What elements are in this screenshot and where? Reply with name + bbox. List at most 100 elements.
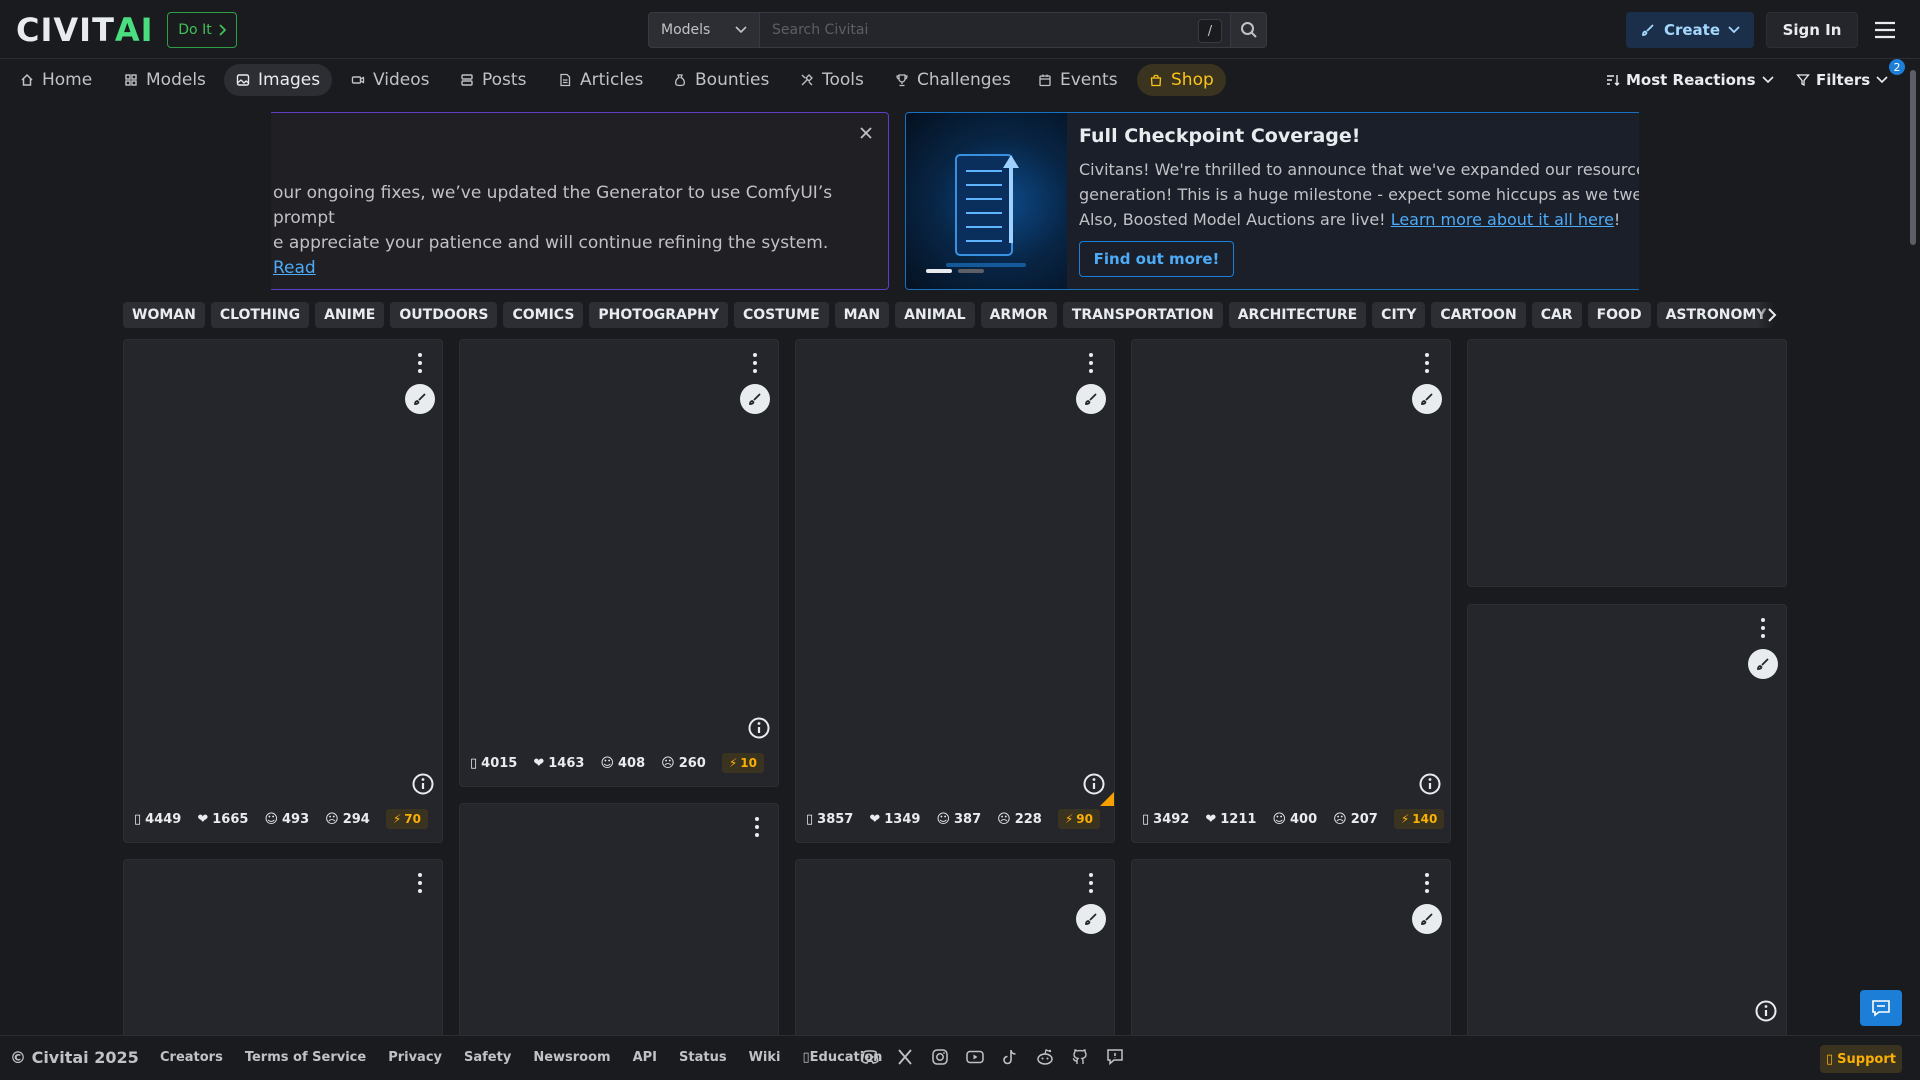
- more-options-icon[interactable]: [1423, 352, 1431, 374]
- cry-count[interactable]: ☹ 207: [1333, 812, 1378, 827]
- sort-dropdown[interactable]: Most Reactions: [1606, 64, 1774, 96]
- tag-chip[interactable]: ANIME: [315, 302, 385, 328]
- x-twitter-icon[interactable]: [895, 1047, 915, 1067]
- search-input[interactable]: Search Civitai /: [759, 12, 1231, 48]
- like-count[interactable]: ❤ 1665: [197, 812, 248, 827]
- more-options-icon[interactable]: [1423, 872, 1431, 894]
- nav-events[interactable]: Events: [1026, 64, 1130, 96]
- tag-chip[interactable]: COMICS: [503, 302, 584, 328]
- nav-tools[interactable]: Tools: [788, 64, 876, 96]
- buzz-tip-badge[interactable]: ⚡ 140: [1393, 809, 1445, 829]
- footer-link-safety[interactable]: Safety: [464, 1050, 511, 1065]
- nav-articles[interactable]: Articles: [546, 64, 655, 96]
- carousel-indicator[interactable]: [926, 269, 984, 273]
- feedback-icon[interactable]: [1105, 1047, 1125, 1067]
- more-options-icon[interactable]: [1759, 617, 1767, 639]
- laugh-count[interactable]: ☺ 408: [600, 756, 645, 771]
- laugh-count[interactable]: ☺ 493: [264, 812, 309, 827]
- image-card[interactable]: [123, 859, 443, 1059]
- footer-link-creators[interactable]: Creators: [160, 1050, 223, 1065]
- nav-challenges[interactable]: Challenges: [883, 64, 1023, 96]
- comment-count[interactable]: ▯ 3492: [1142, 812, 1189, 827]
- tag-chip[interactable]: COSTUME: [733, 302, 829, 328]
- footer-link-api[interactable]: API: [633, 1050, 657, 1065]
- comment-count[interactable]: ▯ 4449: [134, 812, 181, 827]
- create-button[interactable]: Create: [1626, 12, 1754, 48]
- reddit-icon[interactable]: [1035, 1047, 1055, 1067]
- tag-chip[interactable]: TRANSPORTATION: [1062, 302, 1223, 328]
- nav-videos[interactable]: Videos: [339, 64, 442, 96]
- remix-button[interactable]: [1076, 384, 1106, 414]
- remix-button[interactable]: [1748, 649, 1778, 679]
- page-scrollbar-thumb[interactable]: [1910, 70, 1916, 245]
- tag-chip[interactable]: ARCHITECTURE: [1228, 302, 1367, 328]
- buzz-tip-badge[interactable]: ⚡ 90: [1057, 809, 1100, 829]
- remix-button[interactable]: [1412, 904, 1442, 934]
- discord-icon[interactable]: [860, 1047, 880, 1067]
- remix-button[interactable]: [1412, 384, 1442, 414]
- remix-button[interactable]: [405, 384, 435, 414]
- learn-more-link[interactable]: Learn more about it all here: [1391, 210, 1614, 229]
- buzz-tip-badge[interactable]: ⚡ 10: [721, 753, 764, 773]
- tag-chip[interactable]: MAN: [834, 302, 890, 328]
- image-card[interactable]: ▯ 4449 ❤ 1665 ☺ 493 ☹ 294 ⚡ 70: [123, 339, 443, 843]
- comment-count[interactable]: ▯ 4015: [470, 756, 517, 771]
- tag-chip[interactable]: ARMOR: [980, 302, 1057, 328]
- tiktok-icon[interactable]: [1000, 1047, 1020, 1067]
- image-card[interactable]: [1467, 339, 1787, 587]
- search-button[interactable]: [1231, 12, 1267, 48]
- support-button[interactable]: ▯ Support: [1820, 1045, 1902, 1073]
- github-icon[interactable]: [1070, 1047, 1090, 1067]
- tag-chip[interactable]: PHOTOGRAPHY: [589, 302, 728, 328]
- tag-chip[interactable]: CAR: [1531, 302, 1582, 328]
- tag-chip[interactable]: CITY: [1372, 302, 1426, 328]
- nav-models[interactable]: Models: [112, 64, 218, 96]
- image-card[interactable]: ▯ 3857 ❤ 1349 ☺ 387 ☹ 228 ⚡ 90: [795, 339, 1115, 843]
- laugh-count[interactable]: ☺ 387: [936, 812, 981, 827]
- info-icon[interactable]: [411, 772, 435, 796]
- info-icon[interactable]: [747, 716, 771, 740]
- image-card[interactable]: [1467, 604, 1787, 1059]
- remix-button[interactable]: [1076, 904, 1106, 934]
- remix-button[interactable]: [740, 384, 770, 414]
- tags-scroll-right[interactable]: [1757, 302, 1787, 328]
- cry-count[interactable]: ☹ 294: [325, 812, 370, 827]
- more-options-icon[interactable]: [1087, 872, 1095, 894]
- laugh-count[interactable]: ☺ 400: [1272, 812, 1317, 827]
- buzz-tip-badge[interactable]: ⚡ 70: [385, 809, 428, 829]
- more-options-icon[interactable]: [751, 352, 759, 374]
- nav-images[interactable]: Images: [224, 64, 333, 96]
- image-card[interactable]: [1131, 859, 1451, 1059]
- image-card[interactable]: [459, 803, 779, 1059]
- more-options-icon[interactable]: [753, 816, 761, 838]
- sign-in-button[interactable]: Sign In: [1766, 12, 1858, 48]
- nav-shop[interactable]: Shop: [1137, 64, 1226, 96]
- tag-chip[interactable]: OUTDOORS: [390, 302, 498, 328]
- nav-posts[interactable]: Posts: [448, 64, 538, 96]
- more-options-icon[interactable]: [416, 872, 424, 894]
- footer-link-privacy[interactable]: Privacy: [388, 1050, 442, 1065]
- nav-bounties[interactable]: Bounties: [661, 64, 781, 96]
- nav-home[interactable]: Home: [8, 64, 104, 96]
- info-icon[interactable]: [1418, 772, 1442, 796]
- image-card[interactable]: [795, 859, 1115, 1059]
- like-count[interactable]: ❤ 1211: [1205, 812, 1256, 827]
- footer-link-status[interactable]: Status: [679, 1050, 727, 1065]
- info-icon[interactable]: [1754, 999, 1778, 1023]
- tag-chip[interactable]: CLOTHING: [210, 302, 310, 328]
- filters-button[interactable]: Filters: [1796, 64, 1888, 96]
- footer-link-wiki[interactable]: Wiki: [749, 1050, 781, 1065]
- tag-chip[interactable]: ANIMAL: [895, 302, 975, 328]
- youtube-icon[interactable]: [965, 1047, 985, 1067]
- like-count[interactable]: ❤ 1463: [533, 756, 584, 771]
- search-type-select[interactable]: Models: [648, 12, 759, 48]
- more-options-icon[interactable]: [1087, 352, 1095, 374]
- instagram-icon[interactable]: [930, 1047, 950, 1067]
- do-it-button[interactable]: Do It: [167, 12, 237, 48]
- close-icon[interactable]: [856, 123, 876, 143]
- footer-link-terms[interactable]: Terms of Service: [245, 1050, 366, 1065]
- tag-chip[interactable]: FOOD: [1587, 302, 1651, 328]
- civitai-logo[interactable]: CIVIT AI: [16, 11, 160, 49]
- footer-link-newsroom[interactable]: Newsroom: [533, 1050, 610, 1065]
- image-card[interactable]: ▯ 4015 ❤ 1463 ☺ 408 ☹ 260 ⚡ 10: [459, 339, 779, 787]
